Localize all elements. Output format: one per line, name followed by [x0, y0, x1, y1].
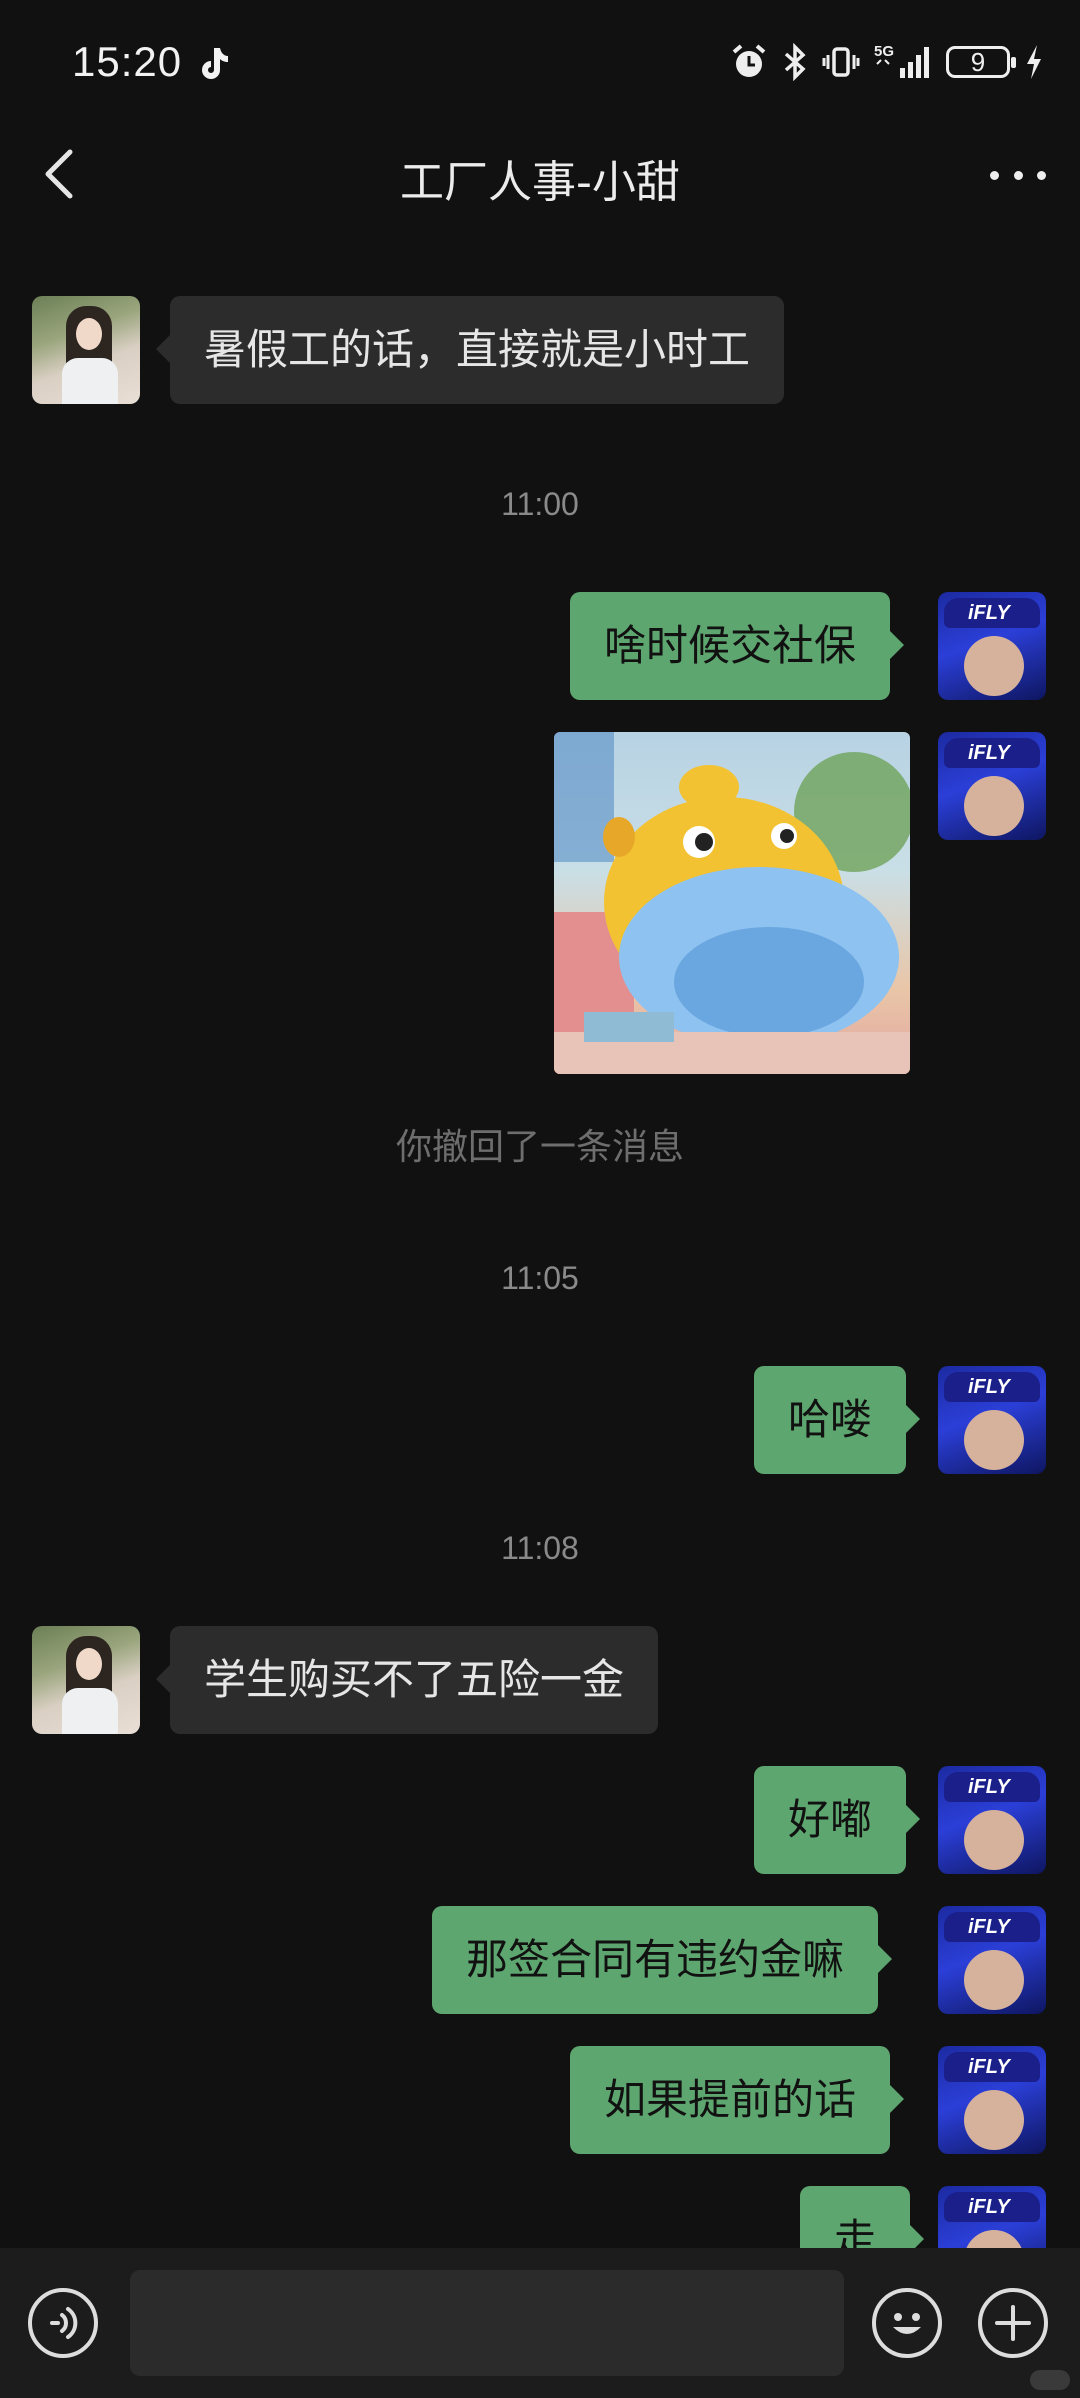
alarm-icon	[732, 44, 766, 77]
message-bubble-outgoing[interactable]: 好嘟	[754, 1766, 921, 1874]
chat-header: 工厂人事-小甜	[0, 130, 1080, 220]
svg-text:5G: 5G	[874, 43, 894, 60]
watermark	[1030, 2370, 1070, 2390]
input-bar	[0, 2248, 1080, 2398]
message-bubble-incoming[interactable]: 学生购买不了五险一金	[155, 1626, 659, 1734]
timestamp: 11:08	[501, 1530, 579, 1566]
signal-icon: 5G	[874, 43, 929, 78]
my-avatar[interactable]: iFLY	[938, 592, 1046, 700]
contact-avatar[interactable]	[32, 1626, 140, 1734]
status-time: 15:20	[72, 38, 183, 85]
status-bar: 15:20 5G 9	[0, 0, 1080, 130]
my-avatar[interactable]: iFLY	[938, 1906, 1046, 2014]
vibrate-icon	[822, 47, 860, 77]
message-bubble-outgoing[interactable]: 啥时候交社保	[570, 592, 905, 700]
chat-title: 工厂人事-小甜	[400, 157, 680, 208]
bluetooth-icon	[784, 43, 806, 81]
charging-icon	[1027, 45, 1041, 79]
message-bubble-outgoing[interactable]: 如果提前的话	[570, 2046, 905, 2154]
contact-avatar[interactable]	[32, 296, 140, 404]
emoji-icon[interactable]	[872, 2288, 942, 2358]
message-bubble-incoming[interactable]: 暑假工的话，直接就是小时工	[155, 296, 785, 404]
plus-icon[interactable]	[978, 2288, 1048, 2358]
message-bubble-outgoing[interactable]: 哈喽	[754, 1366, 921, 1474]
message-bubble-outgoing[interactable]: 那签合同有违约金嘛	[432, 1906, 893, 2014]
my-avatar[interactable]: iFLY	[938, 1366, 1046, 1474]
my-avatar[interactable]: iFLY	[938, 2046, 1046, 2154]
my-avatar[interactable]: iFLY	[938, 1766, 1046, 1874]
message-input[interactable]	[130, 2270, 844, 2376]
battery-level: 9	[970, 46, 986, 77]
sticker-illustration	[554, 732, 910, 1074]
sticker-image[interactable]	[554, 732, 910, 1074]
timestamp: 11:05	[501, 1260, 579, 1296]
voice-icon[interactable]	[28, 2288, 98, 2358]
more-dots-icon[interactable]	[990, 160, 1046, 190]
recall-notice: 你撤回了一条消息	[395, 1127, 684, 1168]
battery-icon: 9	[946, 46, 1016, 78]
status-icons: 5G 9	[730, 42, 1044, 82]
timestamp: 11:00	[501, 486, 579, 522]
my-avatar[interactable]: iFLY	[938, 732, 1046, 840]
tiktok-icon	[202, 48, 228, 79]
